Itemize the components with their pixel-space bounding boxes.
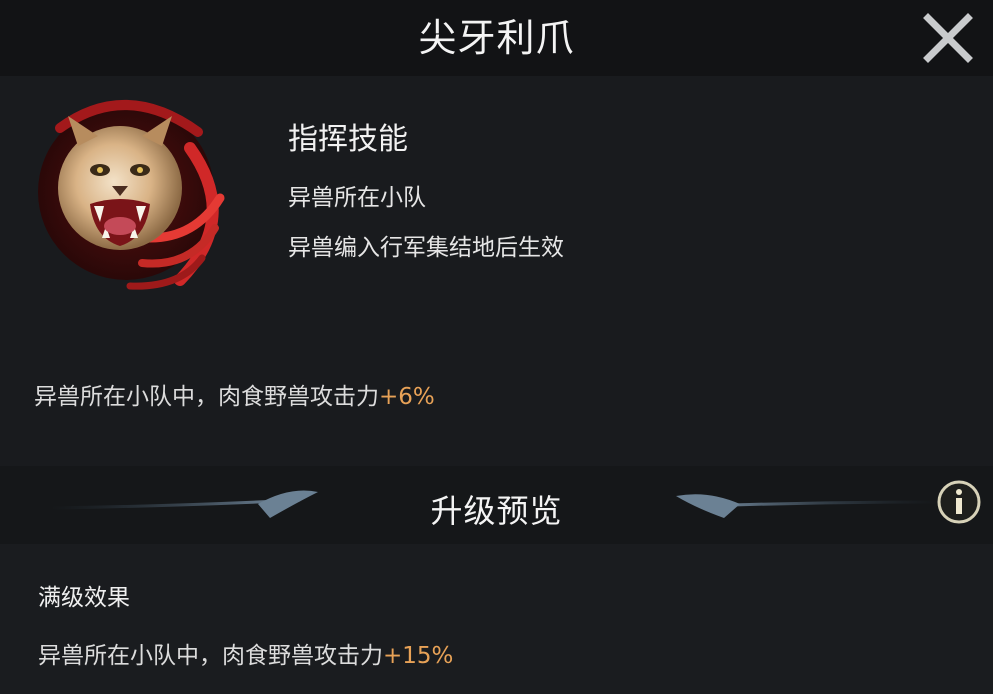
info-button[interactable] [935, 478, 983, 526]
max-level-panel [0, 544, 993, 694]
snarling-wildcat-icon [38, 99, 225, 290]
max-effect-prefix: 异兽所在小队中，肉食野兽攻击力 [38, 643, 383, 669]
upgrade-preview-title: 升级预览 [430, 492, 563, 530]
dialog-title: 尖牙利爪 [418, 16, 575, 60]
max-level-label: 满级效果 [38, 585, 130, 611]
current-effect-prefix: 异兽所在小队中，肉食野兽攻击力 [34, 384, 379, 410]
close-button[interactable] [920, 12, 976, 64]
current-effect-value: +6% [379, 384, 435, 410]
max-effect-value: +15% [383, 643, 454, 669]
info-icon [937, 480, 981, 524]
skill-emblem [30, 88, 230, 298]
skill-type-label: 指挥技能 [288, 122, 408, 157]
close-icon [923, 13, 973, 63]
current-effect-text: 异兽所在小队中，肉食野兽攻击力+6% [34, 377, 435, 411]
skill-scope-text: 异兽所在小队 [288, 185, 426, 211]
max-effect-text: 异兽所在小队中，肉食野兽攻击力+15% [38, 636, 453, 670]
skill-activation-text: 异兽编入行军集结地后生效 [288, 235, 564, 261]
